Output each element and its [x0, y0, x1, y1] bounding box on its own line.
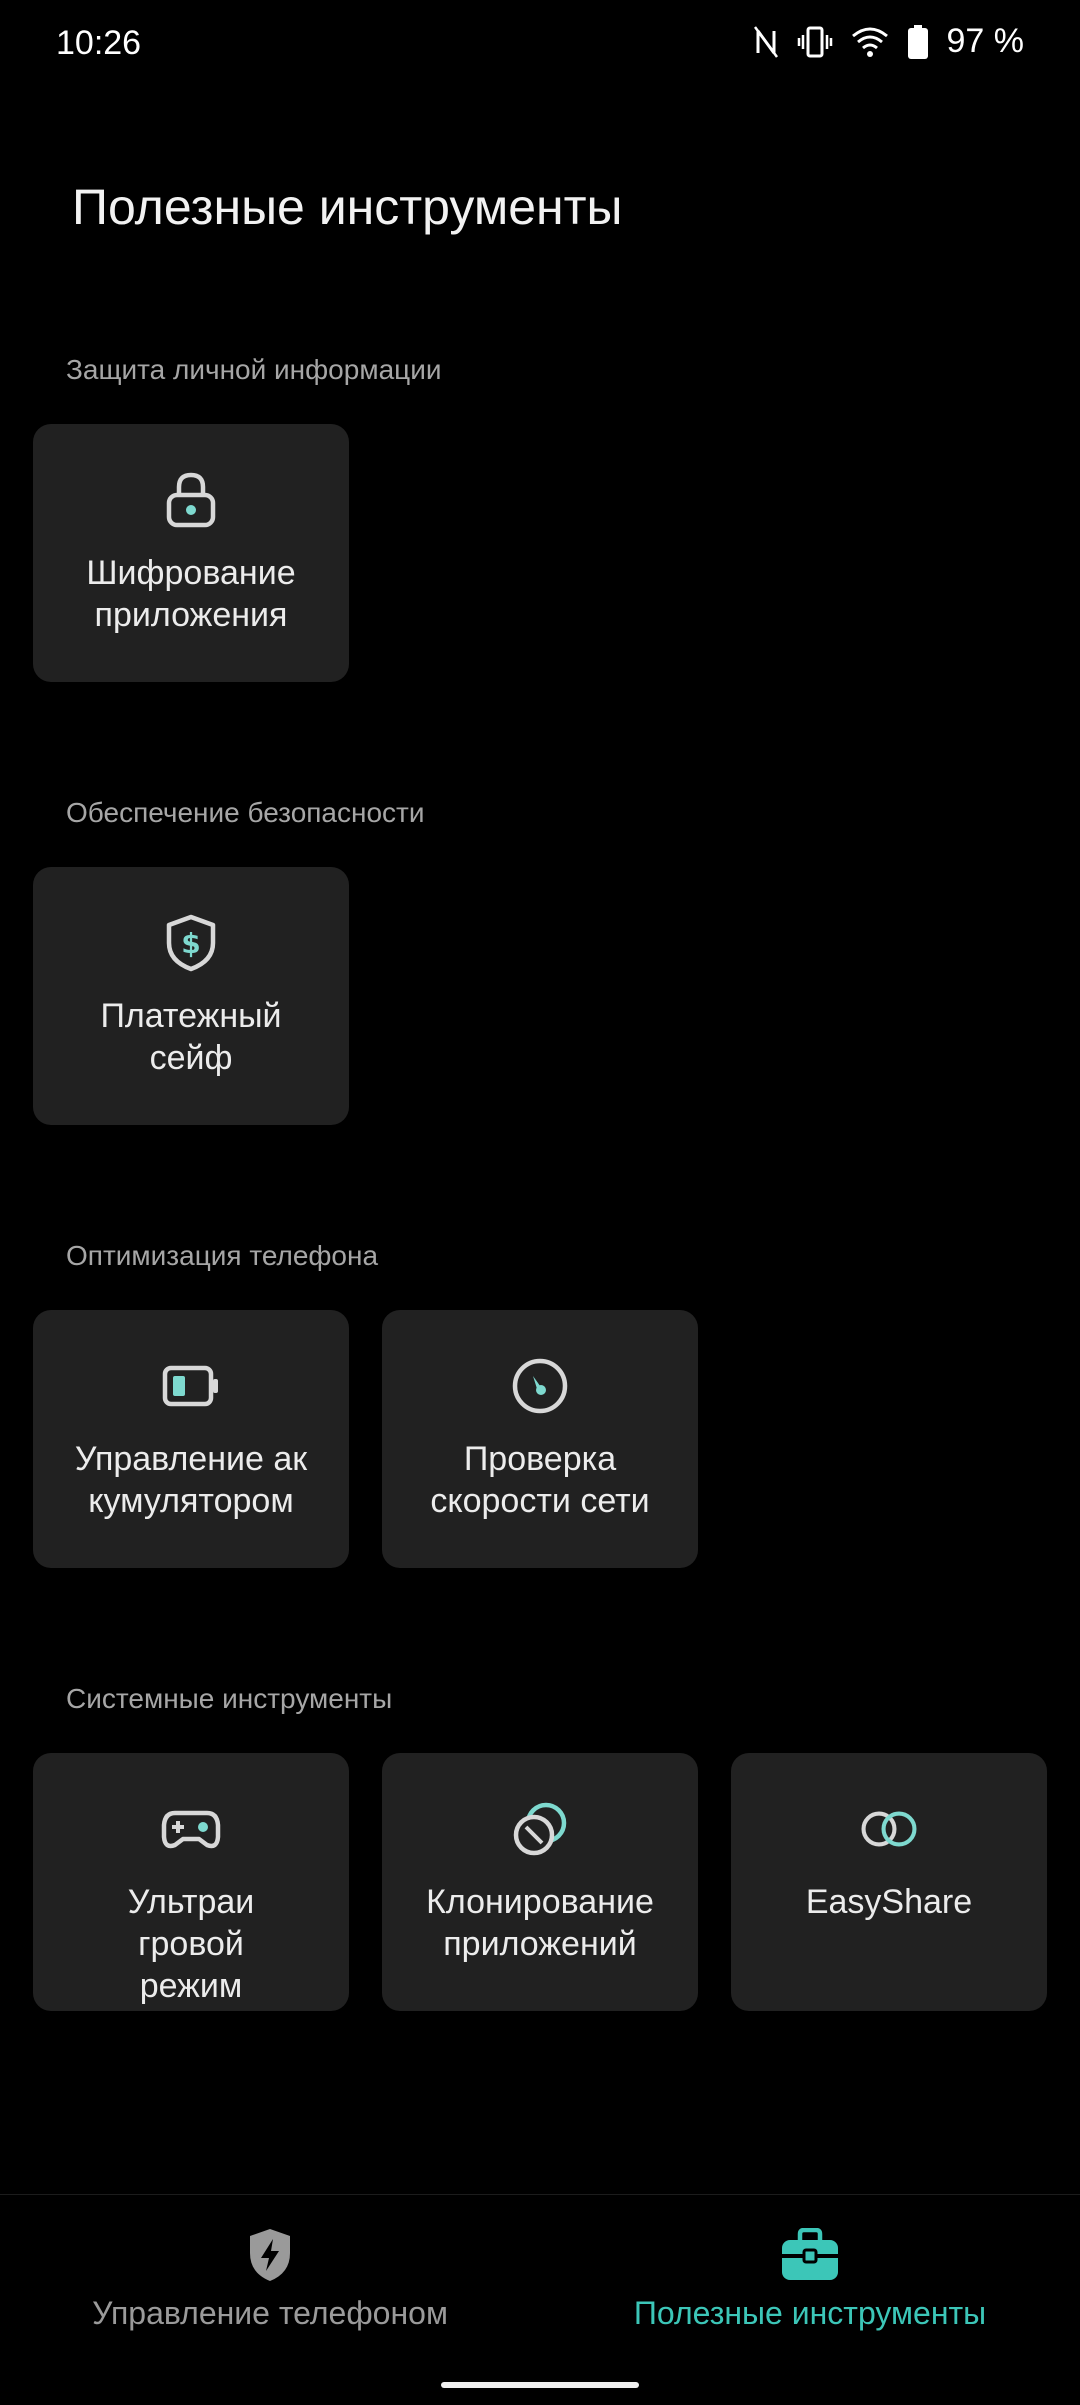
- tile-app-clone[interactable]: Клонирование приложений: [382, 1753, 698, 2011]
- lock-icon: [161, 470, 221, 530]
- shield-dollar-icon: $: [161, 913, 221, 973]
- tile-network-speed-test[interactable]: Проверка скорости сети: [382, 1310, 698, 1568]
- nav-label: Управление телефоном: [92, 2295, 448, 2331]
- vibrate-icon: [797, 25, 833, 59]
- tile-battery-management[interactable]: Управление ак кумулятором: [33, 1310, 349, 1568]
- svg-text:$: $: [181, 927, 200, 960]
- toolbox-icon: [780, 2225, 840, 2285]
- bottom-nav: Управление телефоном Полезные инструмент…: [0, 2194, 1080, 2405]
- home-indicator[interactable]: [441, 2382, 639, 2388]
- nav-useful-tools[interactable]: Полезные инструменты: [540, 2225, 1080, 2332]
- tile-app-encryption[interactable]: Шифрование приложения: [33, 424, 349, 682]
- tile-label: Клонирование приложений: [426, 1883, 654, 1963]
- tile-easyshare[interactable]: EasyShare: [731, 1753, 1047, 2011]
- section-header-optimization: Оптимизация телефона: [66, 1240, 379, 1271]
- tile-label: Платежный сейф: [100, 997, 282, 1077]
- tile-ultra-game-mode[interactable]: Ультраи гровой режим: [33, 1753, 349, 2011]
- tile-label: Шифрование приложения: [86, 554, 296, 634]
- tile-label: Проверка скорости сети: [430, 1440, 650, 1520]
- gamepad-icon: [161, 1799, 221, 1859]
- tile-payment-safe[interactable]: $ Платежный сейф: [33, 867, 349, 1125]
- status-time: 10:26: [56, 24, 142, 62]
- section-header-privacy: Защита личной информации: [66, 354, 442, 385]
- nav-label: Полезные инструменты: [633, 2295, 987, 2331]
- nav-phone-management[interactable]: Управление телефоном: [0, 2225, 540, 2332]
- battery-icon: [161, 1356, 221, 1416]
- nfc-icon: [753, 25, 779, 59]
- section-header-security: Обеспечение безопасности: [66, 797, 425, 828]
- status-icons: 97 %: [753, 22, 1025, 61]
- tile-label: Ультраи гровой режим: [127, 1883, 255, 2005]
- wifi-icon: [851, 26, 889, 58]
- clone-icon: [510, 1799, 570, 1859]
- battery-percent: 97 %: [946, 22, 1025, 60]
- link-rings-icon: [859, 1799, 919, 1859]
- section-header-system-tools: Системные инструменты: [66, 1683, 393, 1714]
- tile-label: Управление ак кумулятором: [74, 1440, 308, 1520]
- status-bar: 10:26 97 %: [0, 0, 1080, 90]
- tile-label: EasyShare: [805, 1883, 973, 1921]
- battery-icon: [907, 24, 929, 60]
- speedometer-icon: [510, 1356, 570, 1416]
- page-title: Полезные инструменты: [72, 179, 623, 235]
- shield-bolt-icon: [240, 2225, 300, 2285]
